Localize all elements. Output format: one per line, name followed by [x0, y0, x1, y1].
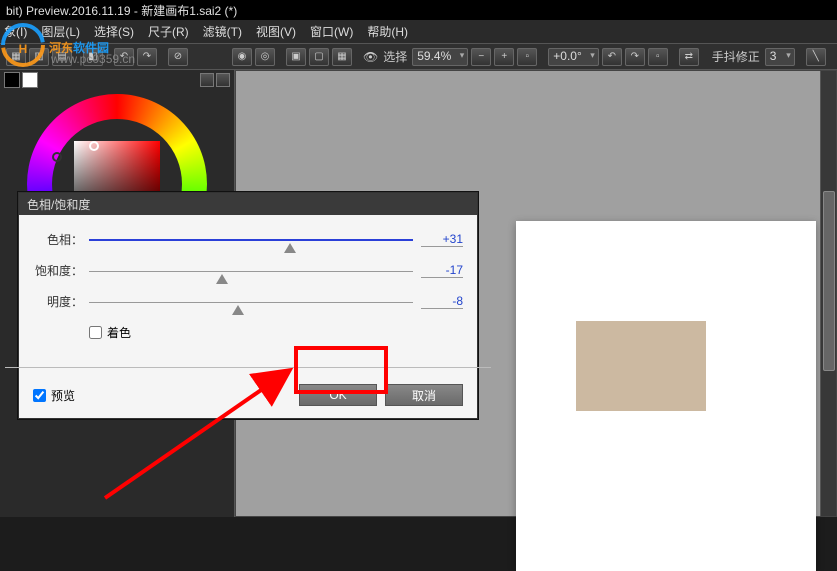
colorize-checkbox[interactable]	[89, 326, 102, 339]
menu-item-layer[interactable]: 图层(L)	[41, 23, 80, 40]
brightness-label: 明度：	[33, 293, 89, 310]
saturation-value[interactable]: -17	[421, 263, 463, 278]
fg-swatch[interactable]	[4, 72, 20, 88]
rotate-cw-button[interactable]: ↷	[625, 48, 645, 66]
toolbar-btn-9[interactable]: ◎	[255, 48, 275, 66]
scrollbar-vertical[interactable]	[820, 71, 836, 516]
saturation-slider[interactable]	[89, 264, 413, 278]
preview-checkbox[interactable]	[33, 389, 46, 402]
menu-item-select[interactable]: 选择(S)	[94, 23, 134, 40]
zoom-reset-button[interactable]: ▫	[517, 48, 537, 66]
swatch-row	[0, 70, 234, 90]
menu-item-filter[interactable]: 滤镜(T)	[203, 23, 242, 40]
scrollbar-thumb[interactable]	[823, 191, 835, 371]
saturation-label: 饱和度：	[33, 262, 89, 279]
toolbar-btn-redo[interactable]: ↷	[137, 48, 157, 66]
menu-item-view[interactable]: 视图(V)	[256, 23, 296, 40]
brightness-slider[interactable]	[89, 295, 413, 309]
toolbar: ▦ ▥ ▤ ◧ ↶ ↷ ⊘ ◉ ◎ ▣ ▢ ▦ 👁 选择 59.4% − + ▫…	[0, 44, 837, 70]
swatch-opt-2[interactable]	[216, 73, 230, 87]
menu-item-window[interactable]: 窗口(W)	[310, 23, 353, 40]
toolbar-btn-10[interactable]: ▣	[286, 48, 306, 66]
title-bar: bit) Preview.2016.11.19 - 新建画布1.sai2 (*)	[0, 0, 837, 20]
brightness-slider-row: 明度： -8	[33, 293, 463, 310]
menu-item-help[interactable]: 帮助(H)	[367, 23, 408, 40]
toolbar-btn-3[interactable]: ▤	[52, 48, 72, 66]
toolbar-btn-2[interactable]: ▥	[29, 48, 49, 66]
zoom-out-button[interactable]: −	[471, 48, 491, 66]
hue-slider-thumb[interactable]	[284, 243, 296, 253]
zoom-in-button[interactable]: +	[494, 48, 514, 66]
menu-item-ruler[interactable]: 尺子(R)	[148, 23, 189, 40]
colorize-label: 着色	[107, 324, 131, 341]
canvas-shape-rect[interactable]	[576, 321, 706, 411]
annotation-highlight	[294, 346, 388, 394]
hue-cursor[interactable]	[52, 152, 62, 162]
toolbar-btn-undo[interactable]: ↶	[114, 48, 134, 66]
rotate-reset-button[interactable]: ▫	[648, 48, 668, 66]
stabilizer-dropdown[interactable]: 3	[765, 48, 795, 66]
saturation-slider-thumb[interactable]	[216, 274, 228, 284]
angle-dropdown[interactable]: +0.0°	[548, 48, 599, 66]
hue-value[interactable]: +31	[421, 232, 463, 247]
toolbar-btn-last[interactable]: ╲	[806, 48, 826, 66]
hue-slider-row: 色相： +31	[33, 231, 463, 248]
dialog-title: 色相/饱和度	[19, 193, 477, 215]
toolbar-btn-11[interactable]: ▢	[309, 48, 329, 66]
rotate-ccw-button[interactable]: ↶	[602, 48, 622, 66]
flip-h-button[interactable]: ⇄	[679, 48, 699, 66]
toolbar-btn-1[interactable]: ▦	[6, 48, 26, 66]
toolbar-btn-deselect[interactable]: ⊘	[168, 48, 188, 66]
bg-swatch[interactable]	[22, 72, 38, 88]
hue-label: 色相：	[33, 231, 89, 248]
brightness-value[interactable]: -8	[421, 294, 463, 309]
select-label: 选择	[383, 48, 407, 65]
zoom-dropdown[interactable]: 59.4%	[412, 48, 468, 66]
brightness-slider-thumb[interactable]	[232, 305, 244, 315]
eye-icon: 👁	[363, 50, 378, 64]
menu-bar: 象(I) 图层(L) 选择(S) 尺子(R) 滤镜(T) 视图(V) 窗口(W)…	[0, 20, 837, 44]
toolbar-btn-8[interactable]: ◉	[232, 48, 252, 66]
sv-cursor[interactable]	[89, 141, 99, 151]
toolbar-btn-4[interactable]: ◧	[83, 48, 103, 66]
menu-item-image[interactable]: 象(I)	[4, 23, 27, 40]
swatch-opt-1[interactable]	[200, 73, 214, 87]
saturation-slider-row: 饱和度： -17	[33, 262, 463, 279]
preview-label: 预览	[51, 387, 75, 404]
cancel-button[interactable]: 取消	[385, 384, 463, 406]
window-title: bit) Preview.2016.11.19 - 新建画布1.sai2 (*)	[6, 2, 237, 19]
colorize-row: 着色	[89, 324, 463, 341]
hue-slider[interactable]	[89, 233, 413, 247]
hue-saturation-dialog: 色相/饱和度 色相： +31 饱和度： -17 明度： -8	[18, 192, 478, 419]
toolbar-btn-12[interactable]: ▦	[332, 48, 352, 66]
stabilizer-label: 手抖修正	[712, 48, 760, 65]
